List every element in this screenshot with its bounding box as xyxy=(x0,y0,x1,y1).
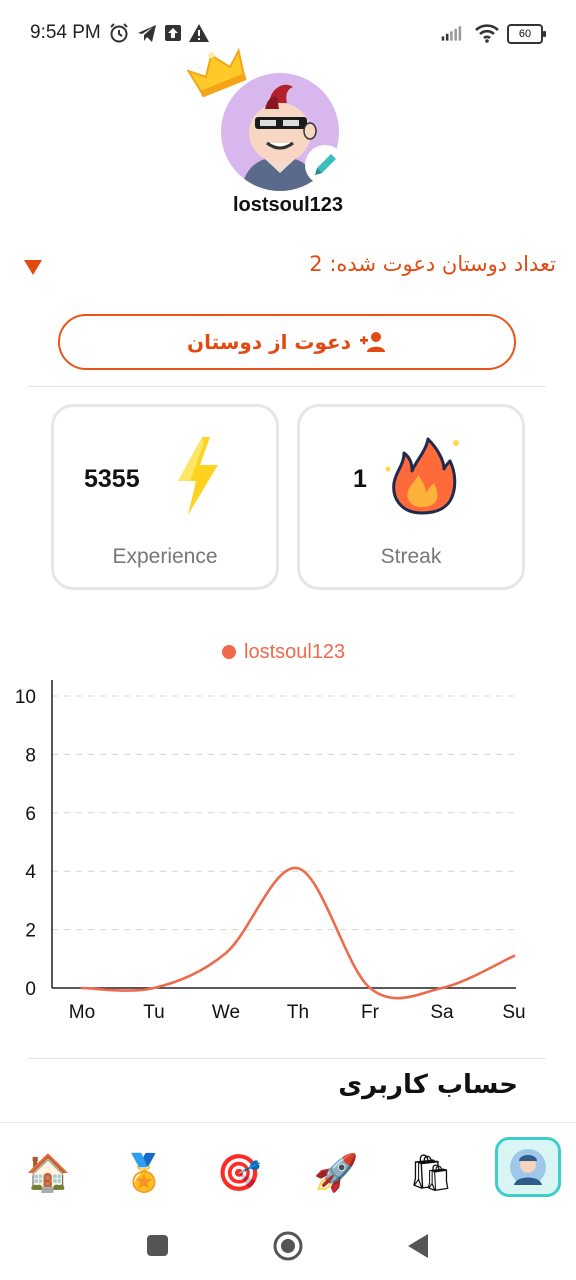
account-section-title: حساب کاربری xyxy=(338,1070,518,1100)
bottom-navigation: 🏠 🏅 🎯 🚀 🛍 xyxy=(0,1122,576,1213)
streak-label: Streak xyxy=(380,545,442,568)
streak-value: 1 xyxy=(353,465,367,493)
status-time: 9:54 PM xyxy=(30,22,101,43)
y-tick-label: 0 xyxy=(25,979,36,1000)
streak-card: 1 Streak xyxy=(297,404,525,590)
target-icon: 🎯 xyxy=(216,1153,262,1194)
lightning-icon xyxy=(178,437,218,515)
invite-friends-button[interactable]: دعوت از دوستان xyxy=(58,314,516,370)
wifi-icon xyxy=(475,24,499,43)
experience-label: Experience xyxy=(112,545,218,568)
shopping-bag-icon: 🛍 xyxy=(408,1153,454,1194)
fire-icon xyxy=(385,437,459,515)
x-tick-label: Su xyxy=(502,1002,525,1023)
invited-friends-row[interactable]: تعداد دوستان دعوت شده: 2 xyxy=(0,250,576,286)
chevron-down-icon[interactable] xyxy=(24,260,42,275)
x-tick-label: Mo xyxy=(69,1002,95,1023)
x-tick-label: Fr xyxy=(361,1002,380,1023)
chart-legend: lostsoul123 xyxy=(0,640,576,666)
x-tick-label: We xyxy=(212,1002,240,1023)
invite-button-label: دعوت از دوستان xyxy=(187,330,351,354)
recents-icon[interactable] xyxy=(146,1234,170,1258)
warning-icon xyxy=(189,24,209,42)
nav-goals[interactable]: 🎯 xyxy=(207,1141,271,1205)
divider xyxy=(28,1058,546,1059)
x-tick-label: Tu xyxy=(143,1002,164,1023)
add-person-icon xyxy=(359,332,385,352)
medal-icon: 🏅 xyxy=(121,1153,167,1194)
pencil-icon xyxy=(315,154,336,175)
nav-shop[interactable]: 🛍 xyxy=(399,1141,463,1205)
x-tick-label: Sa xyxy=(430,1002,454,1023)
system-navigation-bar xyxy=(0,1212,576,1280)
nav-home[interactable]: 🏠 xyxy=(16,1141,80,1205)
y-tick-label: 4 xyxy=(25,862,36,883)
activity-chart: 0 2 4 6 8 10 Mo Tu We Th Fr Sa Su xyxy=(15,680,526,1023)
home-icon: 🏠 xyxy=(25,1153,71,1194)
alarm-icon xyxy=(110,23,128,43)
y-tick-label: 10 xyxy=(15,687,36,708)
x-tick-label: Th xyxy=(287,1002,309,1023)
y-tick-label: 6 xyxy=(25,804,36,825)
nav-quests[interactable]: 🚀 xyxy=(304,1141,368,1205)
rocket-icon: 🚀 xyxy=(313,1153,359,1194)
experience-card: 5355 Experience xyxy=(51,404,279,590)
nav-profile[interactable] xyxy=(495,1137,561,1197)
home-system-icon[interactable] xyxy=(272,1230,304,1262)
legend-label: lostsoul123 xyxy=(244,641,346,663)
y-tick-label: 8 xyxy=(25,745,36,766)
battery-indicator: 60 xyxy=(507,24,546,44)
upload-icon xyxy=(165,25,181,41)
series-line xyxy=(80,866,516,1000)
edit-avatar-button[interactable] xyxy=(305,145,345,185)
signal-icon xyxy=(441,26,462,41)
y-tick-label: 2 xyxy=(25,921,36,942)
username: lostsoul123 xyxy=(232,194,344,216)
experience-value: 5355 xyxy=(84,465,140,493)
status-bar: 9:54 PM 60 xyxy=(0,0,576,66)
legend-marker xyxy=(222,645,236,659)
divider xyxy=(28,386,546,387)
back-icon[interactable] xyxy=(406,1232,430,1260)
telegram-icon xyxy=(138,25,156,42)
nav-leaderboard[interactable]: 🏅 xyxy=(112,1141,176,1205)
invited-count-text: تعداد دوستان دعوت شده: 2 xyxy=(309,252,556,276)
profile-avatar-icon xyxy=(510,1149,546,1185)
